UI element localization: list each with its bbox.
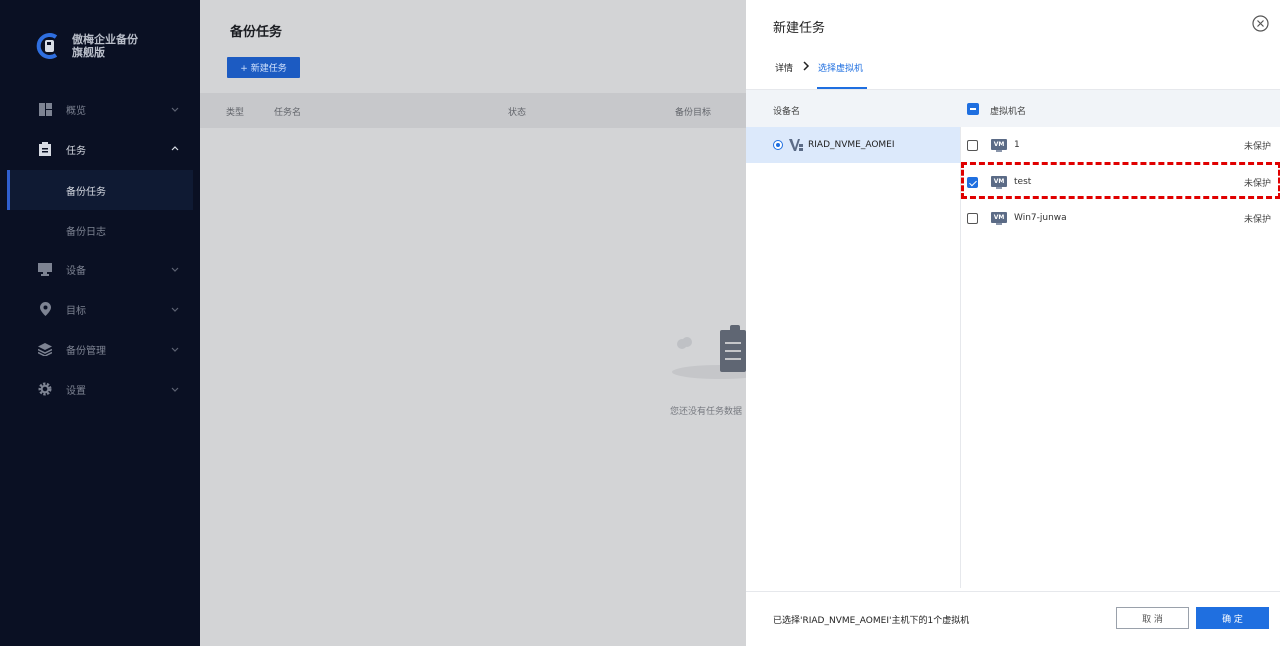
nav-label: 设置 — [66, 385, 86, 397]
vm-checkbox[interactable] — [967, 140, 978, 151]
task-table-header: 类型 任务名 状态 备份目标 — [200, 93, 746, 128]
chevron-down-icon — [171, 307, 179, 312]
location-pin-icon — [38, 302, 52, 316]
vm-icon: VM — [991, 212, 1007, 225]
chevron-right-icon — [803, 61, 810, 71]
nav-sublabel: 备份日志 — [66, 226, 106, 238]
vm-name: 1 — [1014, 140, 1020, 150]
nav-item-backup-management[interactable]: 备份管理 — [0, 329, 200, 369]
nav-label: 目标 — [66, 305, 86, 317]
chevron-down-icon — [171, 387, 179, 392]
close-icon[interactable] — [1252, 15, 1269, 32]
nav-subitem-backup-tasks[interactable]: 备份任务 — [7, 170, 193, 210]
column-header[interactable]: 任务名 — [274, 105, 301, 118]
nav-item-settings[interactable]: 设置 — [0, 369, 200, 409]
column-header[interactable]: 类型 — [226, 105, 244, 118]
new-task-button[interactable]: + 新建任务 — [227, 57, 300, 78]
nav-label: 任务 — [66, 145, 86, 157]
monitor-icon — [38, 262, 52, 276]
nav-item-tasks[interactable]: 任务 — [0, 129, 200, 169]
breadcrumb-step-details[interactable]: 详情 — [775, 61, 793, 74]
device-radio[interactable] — [773, 140, 783, 150]
vm-row[interactable]: VM Win7-junwa 未保护 — [961, 200, 1280, 236]
layers-icon — [38, 342, 52, 356]
empty-state-illustration — [670, 320, 768, 382]
empty-state-text: 您还没有任务数据 — [670, 407, 743, 417]
nav-sublabel: 备份任务 — [66, 186, 106, 198]
vm-status: 未保护 — [1244, 215, 1272, 225]
brand-name: 傲梅企业备份 — [72, 33, 138, 46]
nav-label: 备份管理 — [66, 345, 106, 357]
cancel-button[interactable]: 取 消 — [1116, 607, 1189, 629]
clipboard-icon — [38, 142, 52, 156]
brand-edition: 旗舰版 — [72, 46, 105, 59]
vm-checkbox[interactable] — [967, 213, 978, 224]
dashboard-icon — [38, 102, 52, 116]
select-all-checkbox[interactable] — [967, 103, 979, 115]
nav-item-overview[interactable]: 概览 — [0, 89, 200, 129]
vm-row[interactable]: VM 1 未保护 — [961, 127, 1280, 163]
gear-icon — [38, 382, 52, 396]
main-content: 备份任务 + 新建任务 类型 任务名 状态 备份目标 您还没有任务数据 — [200, 0, 768, 646]
column-header[interactable]: 备份目标 — [675, 105, 711, 118]
new-task-dialog: 新建任务 详情 选择虚拟机 设备名 虚拟机名 RIAD_NVME_AOMEI V… — [746, 0, 1280, 646]
sidebar: 傲梅企业备份 旗舰版 概览 任务 备份任务 备份日志 设备 目标 备份管理 设置 — [0, 0, 200, 646]
nav-label: 概览 — [66, 105, 86, 117]
vm-icon: VM — [991, 139, 1007, 152]
breadcrumb-step-select-vm[interactable]: 选择虚拟机 — [818, 61, 863, 74]
nav-item-targets[interactable]: 目标 — [0, 289, 200, 329]
nav-subitem-backup-logs[interactable]: 备份日志 — [7, 210, 193, 250]
dialog-title: 新建任务 — [773, 21, 826, 36]
vm-name: Win7-junwa — [1014, 213, 1067, 223]
device-column-header: 设备名 — [773, 107, 801, 117]
column-header[interactable]: 状态 — [508, 105, 526, 118]
vmware-host-icon — [789, 139, 803, 151]
chevron-down-icon — [171, 267, 179, 272]
nav-label: 设备 — [66, 265, 86, 277]
logo-icon — [34, 31, 64, 61]
nav-item-devices[interactable]: 设备 — [0, 249, 200, 289]
chevron-up-icon — [171, 146, 179, 151]
page-title: 备份任务 — [230, 25, 283, 40]
selection-summary: 已选择'RIAD_NVME_AOMEI'主机下的1个虚拟机 — [773, 616, 970, 626]
chevron-down-icon — [171, 107, 179, 112]
highlight-annotation — [961, 162, 1280, 199]
divider — [746, 591, 1280, 592]
vm-column-header: 虚拟机名 — [990, 107, 1027, 117]
device-name: RIAD_NVME_AOMEI — [808, 140, 895, 150]
vm-status: 未保护 — [1244, 142, 1272, 152]
chevron-down-icon — [171, 347, 179, 352]
confirm-button[interactable]: 确 定 — [1196, 607, 1269, 629]
brand-logo: 傲梅企业备份 旗舰版 — [34, 31, 138, 61]
